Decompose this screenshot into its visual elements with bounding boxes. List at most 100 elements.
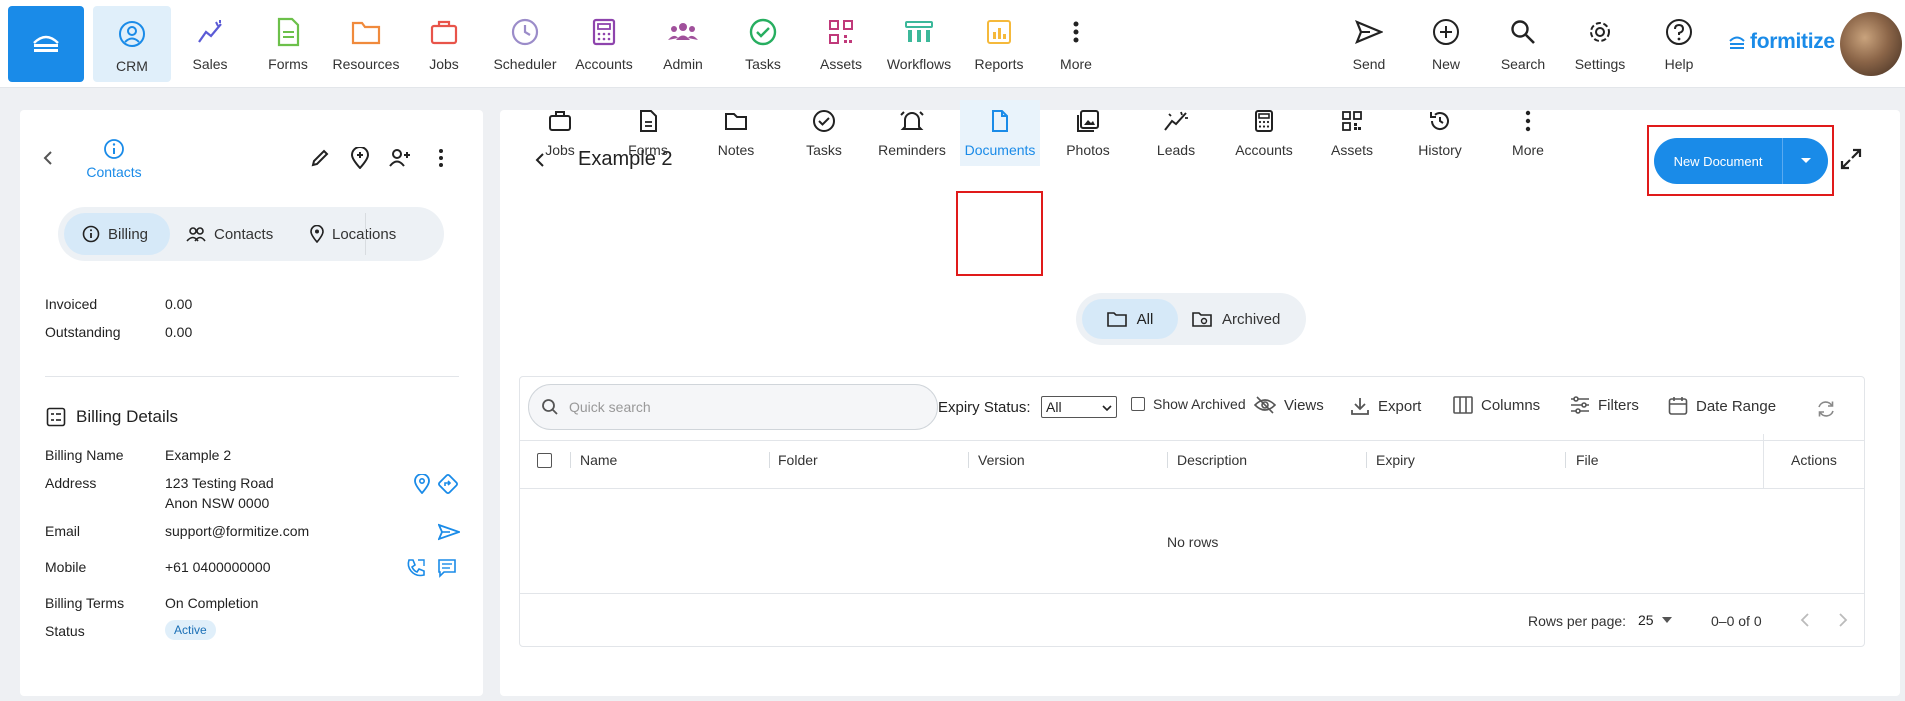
contacts-icon (186, 227, 206, 242)
date-range-button[interactable]: Date Range (1668, 396, 1776, 416)
chevron-right-icon (1839, 613, 1848, 627)
more-options-button[interactable] (438, 148, 444, 168)
photos-icon (1077, 110, 1099, 132)
tab-more[interactable]: More (1488, 100, 1568, 166)
refresh-button[interactable] (1816, 399, 1836, 419)
show-archived-toggle[interactable]: Show Archived (1131, 396, 1246, 412)
directions-button[interactable] (437, 473, 459, 495)
nav-resources[interactable]: Resources (327, 10, 405, 80)
logo-icon (1729, 36, 1745, 49)
tab-photos[interactable]: Photos (1048, 100, 1128, 166)
show-archived-checkbox[interactable] (1131, 397, 1145, 411)
nav-jobs[interactable]: Jobs (405, 10, 483, 80)
nav-send[interactable]: Send (1330, 10, 1408, 80)
select-all-checkbox[interactable] (537, 453, 552, 468)
home-button[interactable] (8, 6, 84, 82)
columns-button[interactable]: Columns (1453, 396, 1540, 414)
nav-new[interactable]: New (1407, 10, 1485, 80)
status-label: Status (45, 623, 85, 639)
nav-assets[interactable]: Assets (802, 10, 880, 80)
segment-divider (365, 213, 366, 255)
tab-history[interactable]: History (1400, 100, 1480, 166)
column-header-version[interactable]: Version (978, 452, 1025, 468)
tab-notes[interactable]: Notes (696, 100, 776, 166)
expiry-status-value: All (1046, 399, 1062, 415)
refresh-icon (1818, 401, 1834, 417)
user-avatar[interactable] (1840, 12, 1902, 76)
segment-billing[interactable]: Billing (64, 213, 170, 255)
tab-forms[interactable]: Forms (608, 100, 688, 166)
search-placeholder: Quick search (569, 399, 651, 415)
eye-off-icon (1254, 396, 1276, 414)
nav-scheduler[interactable]: Scheduler (486, 10, 564, 80)
rows-per-page-select[interactable]: 25 (1638, 612, 1672, 628)
tab-tasks[interactable]: Tasks (784, 100, 864, 166)
column-header-actions: Actions (1791, 452, 1837, 468)
add-contact-button[interactable] (388, 148, 412, 168)
nav-help[interactable]: Help (1640, 10, 1718, 80)
nav-accounts[interactable]: Accounts (565, 10, 643, 80)
users-icon (668, 23, 698, 40)
filter-archived[interactable]: Archived (1192, 299, 1280, 339)
expiry-status-label: Expiry Status: (938, 399, 1031, 416)
new-document-dropdown[interactable] (1783, 157, 1828, 165)
qr-icon (1342, 111, 1362, 131)
column-header-file[interactable]: File (1576, 452, 1599, 468)
tab-documents[interactable]: Documents (960, 100, 1040, 166)
views-button[interactable]: Views (1254, 396, 1324, 414)
filters-button[interactable]: Filters (1570, 396, 1639, 414)
sliders-icon (1571, 396, 1589, 414)
tab-label: Jobs (545, 142, 575, 158)
column-separator (1167, 452, 1168, 468)
previous-page-button[interactable] (1800, 612, 1810, 628)
nav-settings[interactable]: Settings (1561, 10, 1639, 80)
nav-label: Assets (819, 56, 862, 72)
segment-locations[interactable]: Locations (310, 213, 396, 255)
tab-assets[interactable]: Assets (1312, 100, 1392, 166)
tab-label: Reminders (878, 142, 946, 158)
new-document-button[interactable]: New Document (1654, 138, 1828, 184)
filter-all[interactable]: All (1082, 299, 1178, 339)
home-stack-icon (33, 35, 59, 52)
briefcase-icon (549, 111, 571, 131)
nav-admin[interactable]: Admin (644, 10, 722, 80)
send-email-button[interactable] (438, 523, 460, 541)
segment-contacts[interactable]: Contacts (186, 213, 273, 255)
status-badge: Active (165, 620, 216, 640)
column-header-folder[interactable]: Folder (778, 452, 818, 468)
nav-crm[interactable]: CRM (93, 6, 171, 82)
nav-forms[interactable]: Forms (249, 10, 327, 80)
nav-label: Resources (332, 56, 400, 72)
nav-more[interactable]: More (1037, 10, 1115, 80)
tab-reminders[interactable]: Reminders (872, 100, 952, 166)
history-icon (1430, 112, 1449, 130)
expand-icon (1840, 148, 1862, 170)
tab-label: Tasks (806, 142, 842, 158)
nav-search[interactable]: Search (1484, 10, 1562, 80)
billing-card-icon (46, 407, 66, 427)
next-page-button[interactable] (1838, 612, 1848, 628)
nav-reports[interactable]: Reports (960, 10, 1038, 80)
expiry-status-select[interactable]: All (1041, 396, 1117, 418)
nav-tasks[interactable]: Tasks (724, 10, 802, 80)
column-header-expiry[interactable]: Expiry (1376, 452, 1415, 468)
sms-button[interactable] (437, 558, 457, 578)
segment-label: Billing (108, 225, 149, 243)
tab-accounts[interactable]: Accounts (1224, 100, 1304, 166)
contacts-link[interactable]: Contacts (74, 138, 154, 180)
tab-jobs[interactable]: Jobs (520, 100, 600, 166)
column-header-name[interactable]: Name (580, 452, 617, 468)
back-button[interactable] (42, 150, 54, 166)
nav-workflows[interactable]: Workflows (880, 10, 958, 80)
formitize-logo[interactable]: formitize (1728, 30, 1835, 54)
nav-sales[interactable]: Sales (171, 10, 249, 80)
map-pin-button[interactable] (414, 474, 430, 494)
export-button[interactable]: Export (1350, 396, 1421, 416)
tab-leads[interactable]: Leads (1136, 100, 1216, 166)
quick-search-input[interactable]: Quick search (528, 384, 938, 430)
column-header-description[interactable]: Description (1177, 452, 1247, 468)
edit-button[interactable] (310, 148, 330, 168)
add-location-button[interactable] (350, 147, 370, 169)
expand-button[interactable] (1840, 148, 1862, 170)
call-button[interactable] (406, 558, 426, 578)
